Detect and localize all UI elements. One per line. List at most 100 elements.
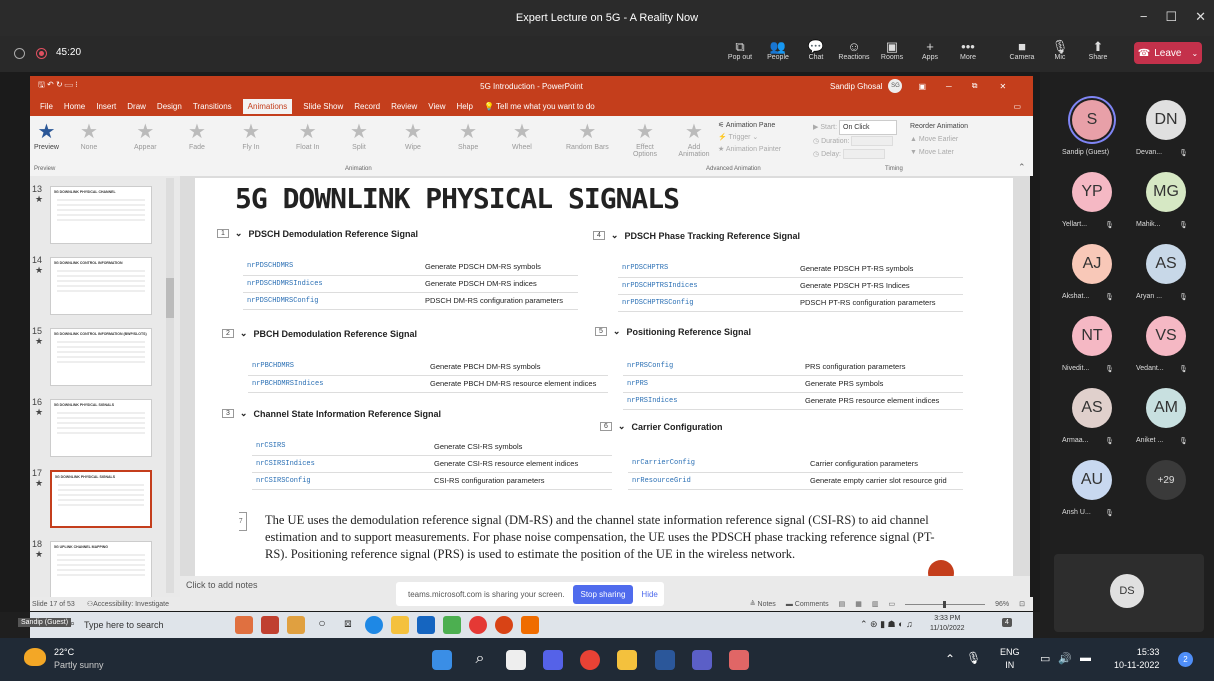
avatar[interactable]: NT [1072,316,1112,356]
function-link[interactable]: nrCSIRSConfig [252,472,430,490]
search-icon[interactable]: ⌕ [470,650,490,670]
avatar[interactable]: AU [1072,460,1112,500]
chevron-down-icon[interactable]: ⌄ [611,230,619,241]
menu-tab-draw[interactable]: Draw [127,102,146,111]
network-icon[interactable]: ▭ [1040,652,1050,665]
animation-wheel[interactable]: ★ Wheel [512,120,532,151]
menu-tab-animations[interactable]: Animations [242,98,293,114]
menu-tab-record[interactable]: Record [354,102,380,111]
start-select[interactable]: On Click [839,120,898,135]
add-animation-button[interactable]: ★ Add Animation [675,120,713,158]
pp-close-icon[interactable]: ✕ [999,82,1006,91]
remote-app-icon[interactable] [235,616,253,634]
comments-icon[interactable]: ▭ [1013,102,1021,111]
sorter-view-icon[interactable]: ▦ [855,600,862,608]
accessibility-label[interactable]: Accessibility: Investigate [93,601,169,608]
effect-options-button[interactable]: ★ Effect Options [628,120,662,158]
animation-painter-button[interactable]: ★ Animation Painter [718,144,781,156]
avatar[interactable]: S [1072,100,1112,140]
remote-app-icon[interactable] [261,616,279,634]
clock-date[interactable]: 10-11-2022 [1114,659,1159,672]
menu-tab-help[interactable]: Help [457,102,473,111]
avatar[interactable]: AM [1146,388,1186,428]
overflow-participants-button[interactable]: +29 [1146,460,1186,500]
avatar[interactable]: MG [1146,172,1186,212]
avatar[interactable]: AS [1072,388,1112,428]
meet-icon[interactable] [543,650,563,670]
close-button[interactable]: ✕ [1195,9,1206,25]
reading-view-icon[interactable]: ▥ [872,600,879,608]
menu-tab-review[interactable]: Review [391,102,417,111]
apps-button[interactable]: + Apps [913,39,947,61]
animation-random-bars[interactable]: ★ Random Bars [566,120,609,151]
people-button[interactable]: 👥 People [761,39,795,61]
pp-restore-icon[interactable]: ⧉ [972,81,978,91]
remote-edge-icon[interactable] [365,616,383,634]
menu-tab-design[interactable]: Design [157,102,182,111]
word-icon[interactable] [655,650,675,670]
remote-powerpoint-icon[interactable] [495,616,513,634]
start-icon[interactable] [432,650,452,670]
slide-thumbnail[interactable]: 5G DOWNLINK CONTROL INFORMATION (BWP/SLO… [50,328,152,386]
clock-time[interactable]: 15:33 [1114,646,1160,659]
slide-thumbnail[interactable]: 5G DOWNLINK PHYSICAL SIGNALS [50,399,152,457]
fit-slide-icon[interactable]: ⊡ [1019,600,1025,608]
hide-button[interactable]: Hide [641,590,657,599]
avatar[interactable]: AJ [1072,244,1112,284]
function-link[interactable]: nrResourceGrid [628,472,806,490]
tell-me-search[interactable]: 💡 Tell me what you want to do [484,102,595,111]
function-link[interactable]: nrCSIRSIndices [252,455,430,473]
function-link[interactable]: nrPRS [623,375,801,393]
avatar[interactable]: DN [1146,100,1186,140]
remote-search-box[interactable]: Type here to search [84,620,164,630]
more-button[interactable]: ••• More [951,39,985,61]
function-link[interactable]: nrPDSCHPTRS [618,260,796,278]
camera-button[interactable]: ■ Camera [1005,39,1039,61]
weather-icon[interactable] [24,648,46,666]
function-link[interactable]: nrPDSCHPTRSConfig [618,294,796,312]
zoom-slider[interactable] [905,600,986,608]
normal-view-icon[interactable]: ▤ [839,600,846,608]
slideshow-view-icon[interactable]: ▭ [888,600,895,608]
animation-float-in[interactable]: ★ Float In [296,120,319,151]
language-code[interactable]: ENG [1000,646,1020,659]
function-link[interactable]: nrPDSCHDMRSIndices [243,275,421,293]
function-link[interactable]: nrPDSCHPTRSIndices [618,277,796,295]
notes-button[interactable]: ≜ Notes [750,600,776,608]
pp-minimize-icon[interactable]: ─ [946,82,952,91]
remote-task-view-icon[interactable]: ⧈ [339,616,357,634]
battery-icon[interactable]: ▬ [1080,652,1091,664]
avatar[interactable]: AS [1146,244,1186,284]
remote-tray-icons[interactable]: ⌃ ⊛ ▮ ☗ ◐ ♫ [860,619,913,630]
animation-pane-button[interactable]: ⚟ Animation Pane [718,120,781,132]
function-link[interactable]: nrCSIRS [252,438,430,456]
chevron-down-icon[interactable]: ⌄ [613,326,621,337]
menu-tab-file[interactable]: File [40,102,53,111]
remote-teams-icon[interactable] [443,616,461,634]
move-earlier-button[interactable]: ▲ Move Earlier [910,133,968,146]
mic-button[interactable]: 🎙 Mic [1043,39,1077,61]
avatar[interactable]: VS [1146,316,1186,356]
slide-canvas[interactable]: 5G DOWNLINK PHYSICAL SIGNALS 1 ⌄ PDSCH Dem… [195,178,1013,586]
snipping-tool-icon[interactable] [729,650,749,670]
animation-wipe[interactable]: ★ Wipe [404,120,422,151]
remote-mail-icon[interactable] [417,616,435,634]
avatar[interactable]: SG [888,79,903,93]
leave-button[interactable]: ☎ Leave ⌄ [1134,42,1202,64]
rooms-button[interactable]: ▣ Rooms [875,39,909,61]
temperature[interactable]: 22°C [54,646,104,659]
animation-appear[interactable]: ★ Appear [134,120,157,151]
menu-tab-view[interactable]: View [428,102,445,111]
ribbon-display-icon[interactable]: ▣ [918,82,926,91]
collapse-ribbon-icon[interactable]: ⌃ [1018,162,1026,173]
animation-fly-in[interactable]: ★ Fly In [242,120,260,151]
menu-tab-transitions[interactable]: Transitions [193,102,232,111]
share-button[interactable]: ⬆ Share [1081,39,1115,61]
save-icon[interactable]: 🖫 ↶ ↻ ▭ ⁝ [38,79,78,93]
mic-muted-icon[interactable]: 🎙 [966,651,981,665]
pop-out-button[interactable]: ⧉ Pop out [723,39,757,61]
remote-cortana-icon[interactable]: ○ [313,616,331,634]
remote-chrome-icon[interactable] [469,616,487,634]
thumbnail-scrollbar[interactable] [166,178,174,593]
slide-thumbnail[interactable]: 5G DOWNLINK CONTROL INFORMATION [50,257,152,315]
